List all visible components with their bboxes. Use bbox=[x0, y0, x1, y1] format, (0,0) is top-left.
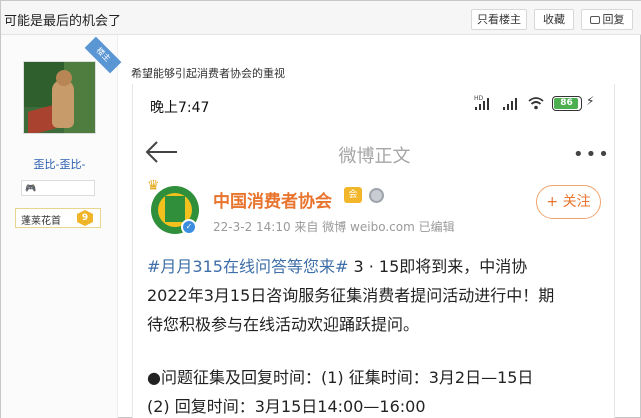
hashtag-link[interactable]: #月月315在线问答等您来# bbox=[147, 257, 348, 276]
wifi-icon bbox=[528, 97, 544, 110]
avatar-dog-head bbox=[56, 70, 72, 86]
post-meta: 22-3-2 14:10 来自 微博 weibo.com 已编辑 bbox=[213, 220, 455, 234]
reply-icon bbox=[589, 16, 600, 24]
follow-button[interactable]: + 关注 bbox=[536, 185, 601, 219]
post-text: 3 · 15即将到来，中消协 bbox=[348, 257, 528, 276]
post-text: ●问题征集及回复时间：(1) 征集时间：3月2日—15日 bbox=[147, 368, 534, 387]
reply-label: 回复 bbox=[602, 13, 625, 26]
signal-icon bbox=[503, 98, 517, 110]
vip-badge: 会 bbox=[344, 187, 362, 203]
username-link[interactable]: 歪比-歪比- bbox=[1, 156, 118, 172]
battery-icon: 86 bbox=[552, 96, 582, 111]
signal-icon bbox=[475, 98, 489, 110]
only-host-button[interactable]: 只看楼主 bbox=[471, 9, 527, 30]
medal-icon bbox=[369, 188, 384, 203]
avatar[interactable] bbox=[23, 61, 96, 134]
gamepad-icon: 🎮 bbox=[25, 184, 37, 194]
post-caption: 希望能够引起消费者协会的重视 bbox=[131, 67, 285, 80]
favorite-button[interactable]: 收藏 bbox=[534, 9, 574, 30]
post-text: 待您积极参与在线活动欢迎踊跃提问。 bbox=[147, 315, 420, 334]
level-name: 蓬莱花首 bbox=[21, 216, 61, 227]
charging-icon: ⚡ bbox=[586, 94, 595, 108]
post-body-2: ●问题征集及回复时间：(1) 征集时间：3月2日—15日 (2) 回复时间：3月… bbox=[147, 363, 605, 418]
more-icon[interactable]: ••• bbox=[573, 144, 611, 165]
status-time: 晚上7:47 bbox=[150, 100, 210, 116]
post-body: #月月315在线问答等您来# 3 · 15即将到来，中消协 2022年3月15日… bbox=[147, 252, 605, 339]
weibo-navbar: 微博正文 ••• bbox=[133, 124, 614, 180]
phone-status-bar: 晚上7:47 HD 86 ⚡ bbox=[133, 84, 614, 124]
nav-title: 微博正文 bbox=[338, 146, 411, 167]
post-image: 晚上7:47 HD 86 ⚡ 微博正文 ••• ♛ ✓ 中国消费者协会 会 22… bbox=[132, 84, 615, 418]
post-text: (2) 回复时间：3月15日14:00—16:00 bbox=[147, 397, 426, 416]
verified-icon: ✓ bbox=[181, 219, 197, 235]
level-badge: 蓬莱花首 9 bbox=[15, 208, 101, 228]
user-sidebar: 楼主 歪比-歪比- 🎮 蓬莱花首 9 bbox=[1, 35, 122, 418]
thread-title: 可能是最后的机会了 bbox=[4, 14, 122, 29]
org-name[interactable]: 中国消费者协会 bbox=[213, 187, 332, 212]
thread-header: 可能是最后的机会了 只看楼主 收藏 回复 bbox=[1, 1, 641, 35]
weibo-card-header: ♛ ✓ 中国消费者协会 会 22-3-2 14:10 来自 微博 weibo.c… bbox=[133, 178, 614, 241]
avatar-dog bbox=[52, 80, 74, 128]
reply-button[interactable]: 回复 bbox=[581, 9, 633, 30]
page-frame: 可能是最后的机会了 只看楼主 收藏 回复 楼主 歪比-歪比- 🎮 蓬莱花首 9 … bbox=[0, 0, 641, 418]
post-text: 2022年3月15日咨询服务征集消费者提问活动进行中！期 bbox=[147, 286, 555, 305]
game-badge: 🎮 bbox=[21, 180, 95, 196]
battery-level: 86 bbox=[560, 98, 573, 108]
level-number: 9 bbox=[77, 210, 93, 226]
